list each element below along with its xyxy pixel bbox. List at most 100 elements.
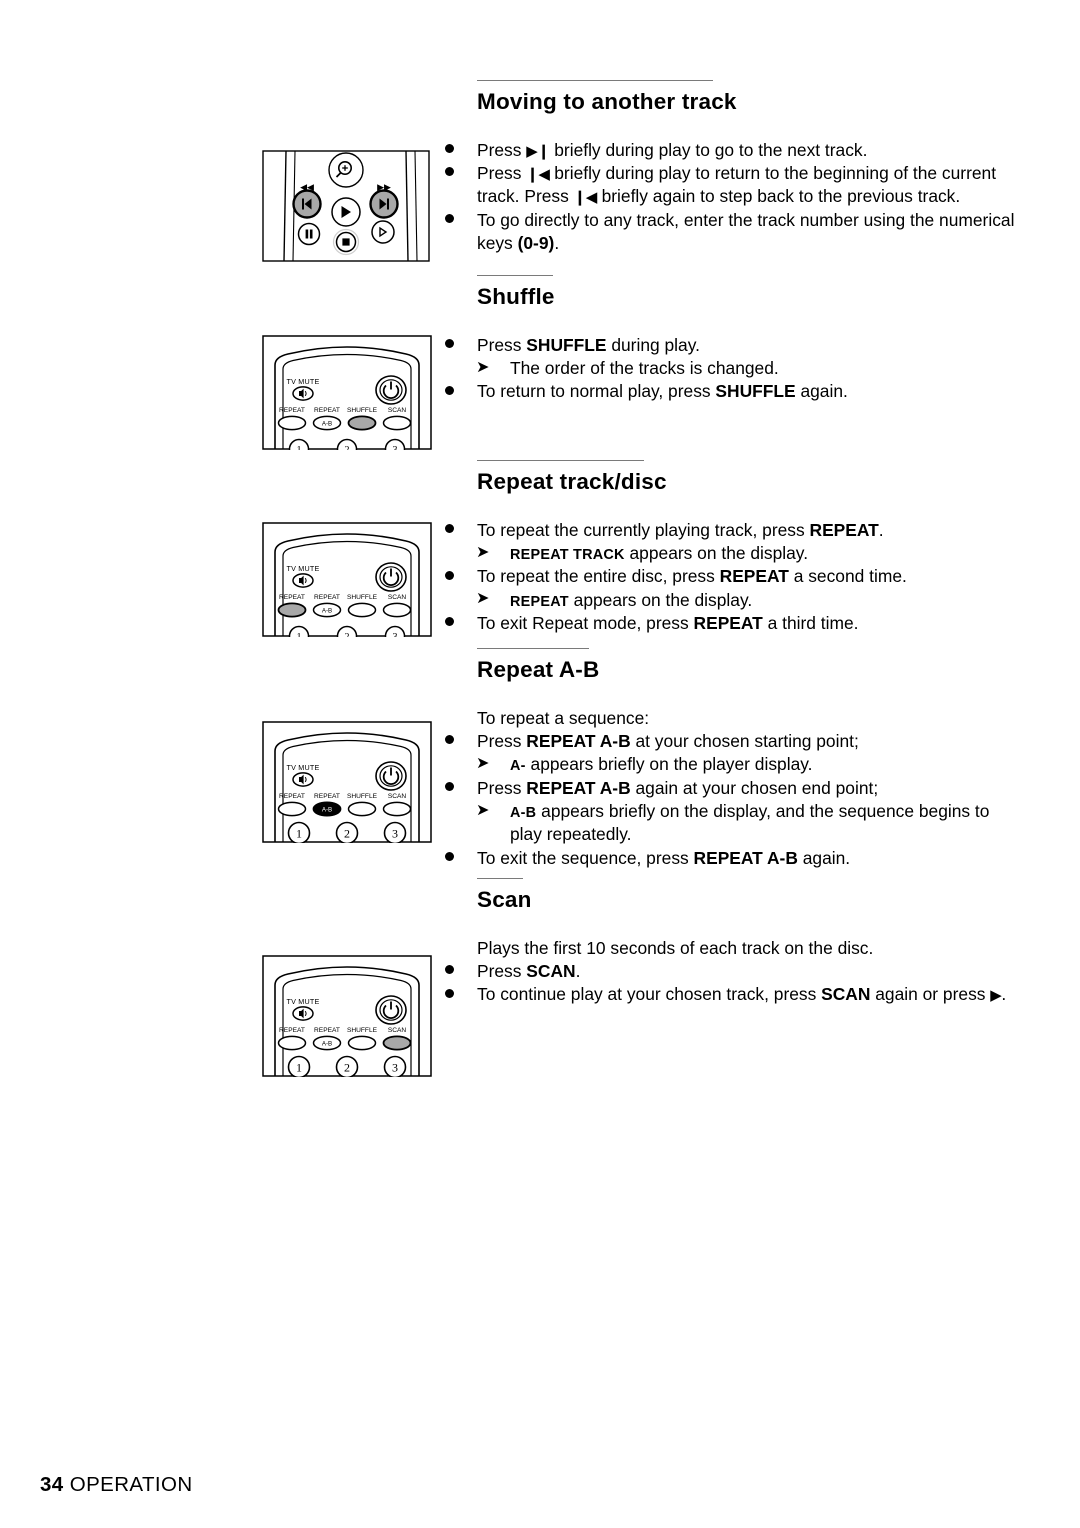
play-button bbox=[331, 197, 361, 227]
text-block-repeat-a-b: Repeat A-B To repeat a sequence: Press R… bbox=[443, 648, 1023, 870]
svg-text:REPEAT: REPEAT bbox=[279, 793, 305, 800]
list-item-text: A-B appears briefly on the display, and … bbox=[510, 801, 990, 845]
svg-text:REPEAT: REPEAT bbox=[279, 594, 305, 601]
list-item: To exit Repeat mode, press REPEAT a thir… bbox=[443, 612, 1023, 635]
svg-text:SCAN: SCAN bbox=[388, 1027, 407, 1034]
repeat-a-b-button: REPEAT A-B bbox=[312, 594, 342, 618]
bullet-dot bbox=[445, 851, 454, 861]
list-item-text: To return to normal play, press SHUFFLE … bbox=[477, 381, 848, 402]
section-heading: Repeat track/disc bbox=[477, 469, 667, 494]
bullet-dot bbox=[445, 570, 454, 580]
list-item-plain: To repeat a sequence: bbox=[443, 707, 1023, 730]
section-heading: Scan bbox=[477, 887, 532, 912]
number-keys: 1 2 3 bbox=[287, 1055, 407, 1077]
svg-text:SHUFFLE: SHUFFLE bbox=[347, 407, 378, 414]
power-button bbox=[375, 562, 407, 592]
bullet-dot bbox=[445, 167, 454, 177]
section-body: Press SHUFFLE during play. ➤ The order of… bbox=[443, 334, 1023, 404]
svg-text:REPEAT: REPEAT bbox=[279, 1027, 305, 1034]
pause-button bbox=[297, 222, 321, 246]
remote-function-keys-svg: TV MUTE REPEAT REPEAT bbox=[262, 335, 432, 450]
bullet-dot bbox=[445, 338, 454, 348]
list-item: Press SHUFFLE during play. bbox=[443, 334, 1023, 357]
illustration-remote-transport-keys: ◀◀ ▶▶ bbox=[262, 150, 432, 262]
list-item: Press REPEAT A-B again at your chosen en… bbox=[443, 777, 1023, 800]
list-item-text: Press SHUFFLE during play. bbox=[477, 334, 700, 355]
arrow-bullet-icon: ➤ bbox=[476, 801, 490, 819]
list-item: To repeat the currently playing track, p… bbox=[443, 519, 1023, 542]
svg-text:3: 3 bbox=[392, 827, 398, 841]
bullet-dot bbox=[445, 735, 454, 745]
illustration-remote-function-keys-scan: TV MUTE REPEAT REPEAT A-B SHUFFLE SCAN 1… bbox=[262, 955, 432, 1077]
svg-text:SCAN: SCAN bbox=[388, 793, 407, 800]
bullet-dot bbox=[445, 213, 454, 223]
section-body: Press ▶❙ briefly during play to go to th… bbox=[443, 139, 1023, 256]
bullet-dot bbox=[445, 617, 454, 627]
svg-text:A-B: A-B bbox=[322, 421, 332, 428]
repeat-a-b-button: REPEAT A-B bbox=[312, 407, 342, 431]
bullet-dot bbox=[445, 988, 454, 998]
footer-page-number: 34 bbox=[40, 1473, 64, 1496]
section-heading: Repeat A-B bbox=[477, 657, 600, 682]
svg-text:2: 2 bbox=[344, 1061, 350, 1075]
svg-text:A-B: A-B bbox=[322, 807, 332, 814]
heading-rule bbox=[477, 275, 553, 276]
list-item-sub: ➤ A- appears briefly on the player displa… bbox=[443, 753, 1023, 776]
heading-rule bbox=[477, 648, 589, 649]
remote-function-keys-svg: TV MUTE REPEAT REPEAT bbox=[262, 721, 432, 843]
shuffle-button: SHUFFLE bbox=[347, 1027, 378, 1051]
slow-step-button bbox=[371, 220, 395, 244]
svg-text:REPEAT: REPEAT bbox=[314, 1027, 340, 1034]
list-item: To return to normal play, press SHUFFLE … bbox=[443, 380, 1023, 403]
svg-text:2: 2 bbox=[345, 632, 350, 637]
repeat-button: REPEAT bbox=[277, 1027, 307, 1051]
list-item-text: Plays the first 10 seconds of each track… bbox=[477, 937, 874, 958]
svg-text:SHUFFLE: SHUFFLE bbox=[347, 594, 378, 601]
list-item-sub: ➤ REPEAT TRACK appears on the display. bbox=[443, 542, 1023, 565]
section-heading: Shuffle bbox=[477, 284, 555, 309]
svg-text:TV MUTE: TV MUTE bbox=[287, 997, 320, 1006]
svg-text:REPEAT: REPEAT bbox=[279, 407, 305, 414]
arrow-bullet-icon: ➤ bbox=[476, 754, 490, 772]
svg-text:2: 2 bbox=[345, 445, 350, 450]
text-block-moving-to-another-track: Moving to another track Press ▶❙ briefly… bbox=[443, 80, 1023, 255]
bullet-dot bbox=[445, 965, 454, 975]
heading-rule bbox=[477, 878, 523, 879]
svg-text:A-B: A-B bbox=[322, 1041, 332, 1048]
list-item: Press SCAN. bbox=[443, 960, 1043, 983]
page-footer: 34 OPERATION bbox=[40, 1473, 193, 1497]
text-block-repeat-track-disc: Repeat track/disc To repeat the currentl… bbox=[443, 460, 1023, 635]
bullet-dot bbox=[445, 523, 454, 533]
svg-text:REPEAT: REPEAT bbox=[314, 594, 340, 601]
illustration-remote-function-keys-repeat: TV MUTE REPEAT REPEAT A-B SHUFFLE SCAN bbox=[262, 522, 432, 637]
svg-text:1: 1 bbox=[297, 632, 302, 637]
text-block-scan: Scan Plays the first 10 seconds of each … bbox=[443, 878, 1043, 1007]
repeat-button: REPEAT bbox=[277, 793, 307, 817]
arrow-bullet-icon: ➤ bbox=[476, 590, 490, 608]
list-item: To continue play at your chosen track, p… bbox=[443, 983, 1043, 1006]
list-item-text: Press REPEAT A-B again at your chosen en… bbox=[477, 777, 879, 798]
list-item: Press REPEAT A-B at your chosen starting… bbox=[443, 730, 1023, 753]
list-item-sub: ➤ The order of the tracks is changed. bbox=[443, 357, 1023, 380]
arrow-bullet-icon: ➤ bbox=[476, 543, 490, 561]
list-item-text: Press ▶❙ briefly during play to go to th… bbox=[477, 139, 868, 160]
illustration-remote-function-keys-shuffle: TV MUTE REPEAT REPEAT A-B SHUFFLE SCAN bbox=[262, 335, 432, 450]
power-button bbox=[375, 375, 407, 405]
svg-text:1: 1 bbox=[297, 445, 302, 450]
section-heading: Moving to another track bbox=[477, 89, 737, 114]
shuffle-button: SHUFFLE bbox=[347, 407, 378, 431]
list-item-sub: ➤ A-B appears briefly on the display, and… bbox=[443, 800, 1023, 847]
svg-text:REPEAT: REPEAT bbox=[314, 793, 340, 800]
svg-text:REPEAT: REPEAT bbox=[314, 407, 340, 414]
remote-function-keys-svg: TV MUTE REPEAT REPEAT bbox=[262, 955, 432, 1077]
list-item-text: To exit the sequence, press REPEAT A-B a… bbox=[477, 847, 851, 868]
arrow-bullet-icon: ➤ bbox=[476, 358, 490, 376]
repeat-button: REPEAT bbox=[277, 407, 307, 431]
text-block-shuffle: Shuffle Press SHUFFLE during play. ➤ The … bbox=[443, 275, 1023, 404]
list-item: To exit the sequence, press REPEAT A-B a… bbox=[443, 847, 1023, 870]
list-item-text: To continue play at your chosen track, p… bbox=[477, 984, 1007, 1005]
list-item-text: Press REPEAT A-B at your chosen starting… bbox=[477, 731, 859, 752]
svg-text:1: 1 bbox=[296, 827, 302, 841]
section-body: To repeat a sequence: Press REPEAT A-B a… bbox=[443, 707, 1023, 870]
list-item: Press ▶❙ briefly during play to go to th… bbox=[443, 139, 1023, 162]
